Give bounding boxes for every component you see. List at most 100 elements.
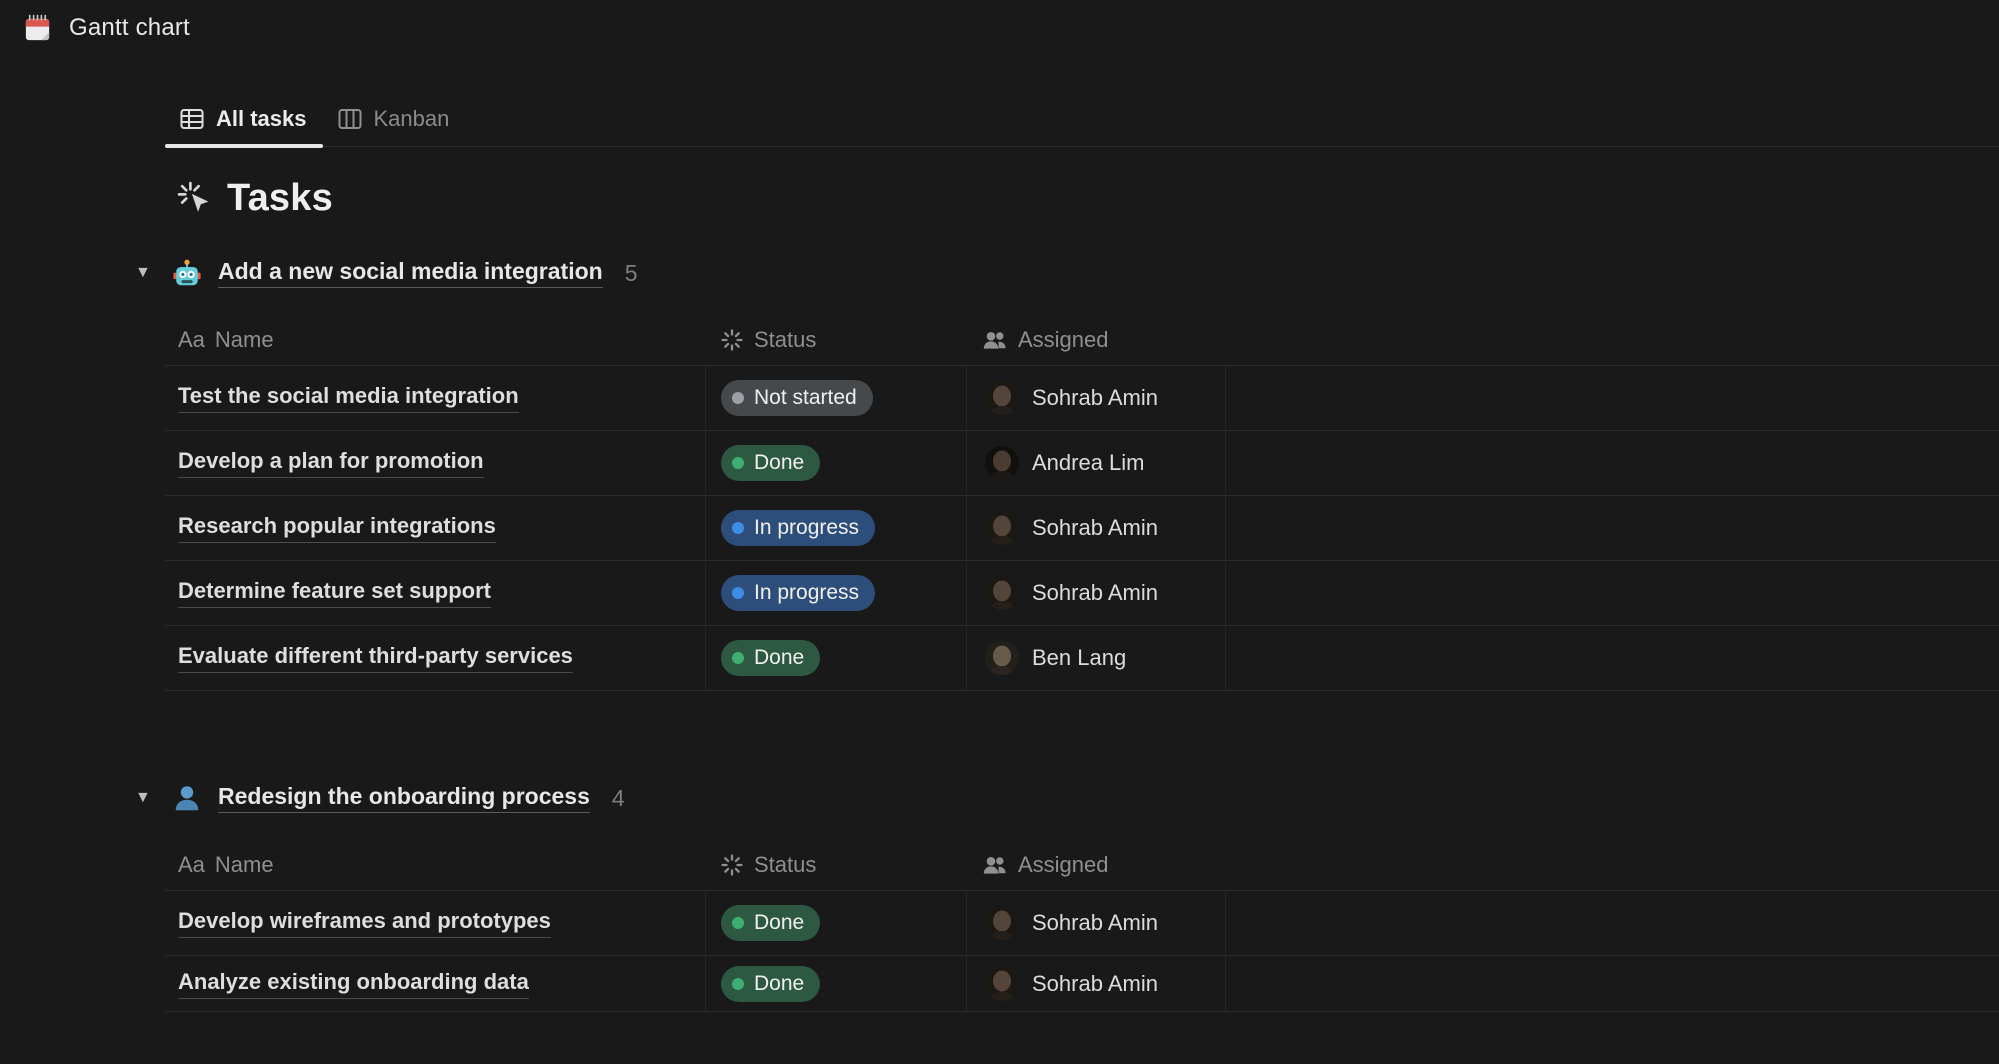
click-cursor-icon <box>176 180 213 217</box>
status-pill[interactable]: Done <box>721 640 820 676</box>
task-page-link[interactable]: Develop a plan for promotion <box>178 448 484 478</box>
column-header-name[interactable]: Aa Name <box>165 327 705 353</box>
status-dot-icon <box>732 917 744 929</box>
status-dot-icon <box>732 457 744 469</box>
task-name-cell[interactable]: Research popular integrations <box>165 496 705 560</box>
status-label: Done <box>754 911 804 935</box>
avatar <box>985 511 1019 545</box>
status-spinner-icon <box>720 853 744 877</box>
table-row: Research popular integrations In progres… <box>165 496 1999 561</box>
avatar-face <box>993 450 1011 471</box>
task-assignee-cell[interactable]: Sohrab Amin <box>966 956 1225 1011</box>
page-header: Gantt chart <box>0 0 1999 48</box>
avatar <box>985 576 1019 610</box>
table-icon <box>179 106 205 132</box>
collapse-toggle-icon[interactable]: ▼ <box>135 264 172 282</box>
avatar-face <box>993 971 1011 992</box>
avatar-body <box>988 406 1016 415</box>
assignee-name: Sohrab Amin <box>1032 580 1158 606</box>
column-label: Status <box>754 327 816 353</box>
avatar-body <box>988 601 1016 610</box>
collection-name: Tasks <box>227 177 333 220</box>
column-header-status[interactable]: Status <box>705 327 966 353</box>
status-pill[interactable]: Done <box>721 966 820 1002</box>
status-label: In progress <box>754 581 859 605</box>
text-property-icon: Aa <box>178 327 205 353</box>
task-status-cell[interactable]: In progress <box>705 496 966 560</box>
task-assignee-cell[interactable]: Sohrab Amin <box>966 496 1225 560</box>
assignee-name: Sohrab Amin <box>1032 971 1158 997</box>
status-pill[interactable]: In progress <box>721 575 875 611</box>
group-title-link[interactable]: Add a new social media integration <box>218 258 603 288</box>
task-status-cell[interactable]: Done <box>705 431 966 495</box>
empty-cell <box>1225 561 1999 625</box>
group-header: ▼ Redesign the onboarding process 4 <box>135 775 1999 821</box>
task-page-link[interactable]: Test the social media integration <box>178 383 519 413</box>
column-header-name[interactable]: Aa Name <box>165 852 705 878</box>
task-group: ▼ Add a new social media integration 5 A… <box>0 250 1999 691</box>
empty-cell <box>1225 366 1999 430</box>
task-page-link[interactable]: Evaluate different third-party services <box>178 643 573 673</box>
avatar-face <box>993 515 1011 536</box>
avatar <box>985 381 1019 415</box>
column-header-status[interactable]: Status <box>705 852 966 878</box>
status-dot-icon <box>732 392 744 404</box>
task-page-link[interactable]: Determine feature set support <box>178 578 491 608</box>
status-pill[interactable]: In progress <box>721 510 875 546</box>
task-page-link[interactable]: Develop wireframes and prototypes <box>178 908 551 938</box>
spiral-calendar-icon <box>22 13 53 44</box>
task-assignee-cell[interactable]: Sohrab Amin <box>966 891 1225 955</box>
task-page-link[interactable]: Research popular integrations <box>178 513 496 543</box>
avatar-face <box>993 385 1011 406</box>
table-row: Develop a plan for promotion Done <box>165 431 1999 496</box>
group-row-count: 5 <box>625 260 638 287</box>
tab-kanban[interactable]: Kanban <box>323 100 466 146</box>
status-label: Done <box>754 972 804 996</box>
task-name-cell[interactable]: Analyze existing onboarding data <box>165 956 705 1011</box>
task-assignee-cell[interactable]: Sohrab Amin <box>966 366 1225 430</box>
tab-label: All tasks <box>216 106 307 132</box>
table-body: Test the social media integration Not st… <box>165 365 1999 691</box>
task-name-cell[interactable]: Develop wireframes and prototypes <box>165 891 705 955</box>
people-icon <box>982 853 1008 877</box>
status-label: Done <box>754 646 804 670</box>
column-header-assigned[interactable]: Assigned <box>966 327 1225 353</box>
status-label: In progress <box>754 516 859 540</box>
status-pill[interactable]: Done <box>721 445 820 481</box>
task-name-cell[interactable]: Determine feature set support <box>165 561 705 625</box>
column-header-assigned[interactable]: Assigned <box>966 852 1225 878</box>
avatar-face <box>993 580 1011 601</box>
task-status-cell[interactable]: Done <box>705 891 966 955</box>
notion-window: Gantt chart All tasks Kan <box>0 0 1999 1064</box>
assignee-name: Sohrab Amin <box>1032 385 1158 411</box>
avatar <box>985 906 1019 940</box>
task-page-link[interactable]: Analyze existing onboarding data <box>178 969 529 999</box>
table-row: Evaluate different third-party services … <box>165 626 1999 691</box>
status-pill[interactable]: Done <box>721 905 820 941</box>
task-status-cell[interactable]: Done <box>705 626 966 690</box>
task-status-cell[interactable]: Not started <box>705 366 966 430</box>
avatar <box>985 967 1019 1001</box>
task-name-cell[interactable]: Develop a plan for promotion <box>165 431 705 495</box>
group-row-count: 4 <box>612 785 625 812</box>
task-name-cell[interactable]: Evaluate different third-party services <box>165 626 705 690</box>
task-assignee-cell[interactable]: Ben Lang <box>966 626 1225 690</box>
assignee-name: Sohrab Amin <box>1032 910 1158 936</box>
task-assignee-cell[interactable]: Sohrab Amin <box>966 561 1225 625</box>
group-title-link[interactable]: Redesign the onboarding process <box>218 783 590 813</box>
column-label: Assigned <box>1018 327 1109 353</box>
tab-label: Kanban <box>374 106 450 132</box>
status-label: Done <box>754 451 804 475</box>
table-header-row: Aa Name Status Assigned <box>165 315 1999 365</box>
task-assignee-cell[interactable]: Andrea Lim <box>966 431 1225 495</box>
task-status-cell[interactable]: In progress <box>705 561 966 625</box>
task-name-cell[interactable]: Test the social media integration <box>165 366 705 430</box>
status-dot-icon <box>732 978 744 990</box>
status-dot-icon <box>732 652 744 664</box>
avatar-body <box>988 992 1016 1001</box>
status-pill[interactable]: Not started <box>721 380 873 416</box>
tab-all-tasks[interactable]: All tasks <box>165 100 323 146</box>
task-status-cell[interactable]: Done <box>705 956 966 1011</box>
avatar <box>985 641 1019 675</box>
collapse-toggle-icon[interactable]: ▼ <box>135 789 172 807</box>
